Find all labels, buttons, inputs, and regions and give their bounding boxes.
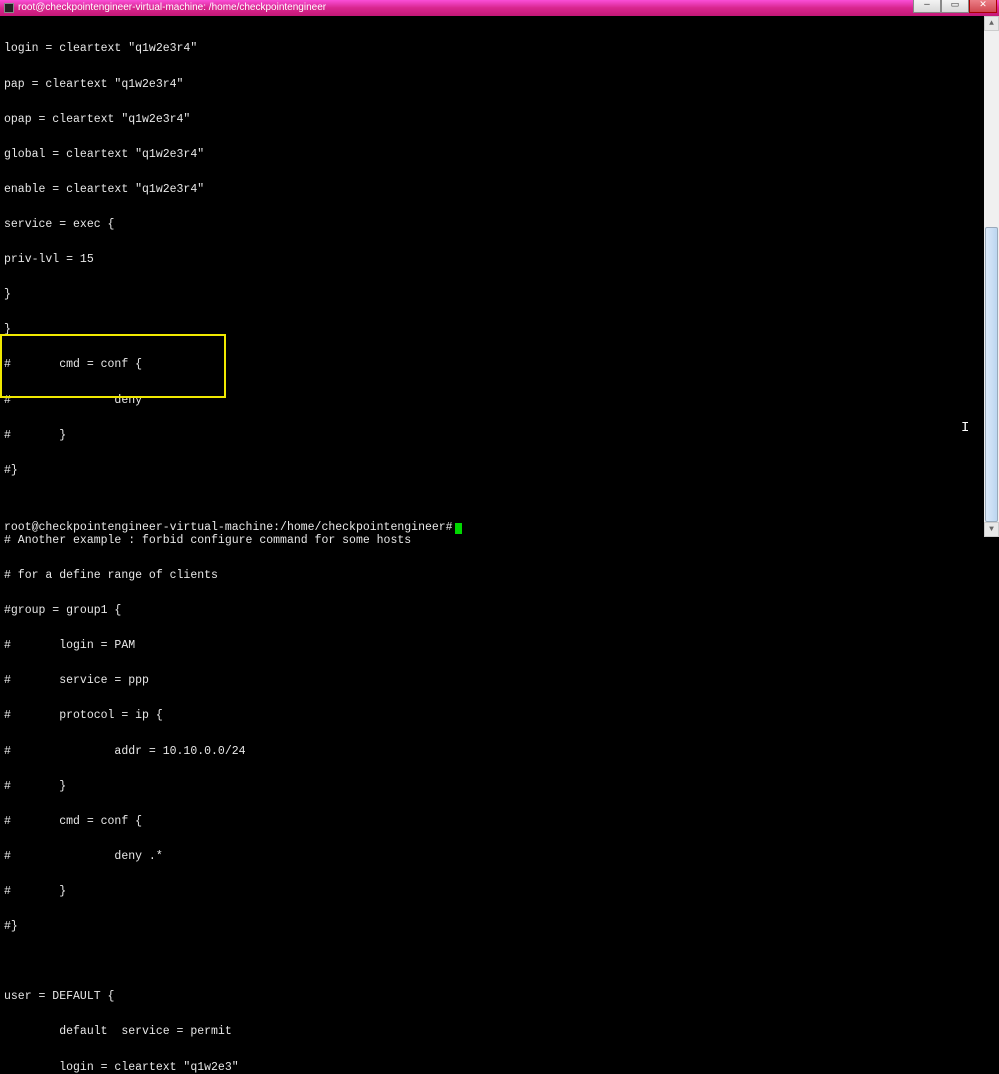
terminal-line: # deny (4, 395, 995, 407)
terminal-line: service = exec { (4, 219, 995, 231)
terminal-line: #} (4, 921, 995, 933)
terminal-line: # login = PAM (4, 640, 995, 652)
scrollbar-thumb[interactable] (985, 227, 998, 522)
vertical-scrollbar[interactable]: ▲ ▼ (984, 16, 999, 537)
terminal-line: # protocol = ip { (4, 710, 995, 722)
window-title: root@checkpointengineer-virtual-machine:… (18, 0, 995, 16)
scrollbar-track[interactable] (984, 31, 999, 522)
window-titlebar: root@checkpointengineer-virtual-machine:… (0, 0, 999, 16)
terminal-line: # service = ppp (4, 675, 995, 687)
terminal-line: global = cleartext "q1w2e3r4" (4, 149, 995, 161)
terminal-line: # } (4, 430, 995, 442)
terminal-line: #} (4, 465, 995, 477)
terminal-line: # cmd = conf { (4, 816, 995, 828)
terminal-line: priv-lvl = 15 (4, 254, 995, 266)
terminal-line (4, 500, 995, 512)
terminal-line: # deny .* (4, 851, 995, 863)
terminal-line: login = cleartext "q1w2e3" (4, 1062, 995, 1074)
terminal-line: # } (4, 781, 995, 793)
terminal-line (4, 956, 995, 968)
terminal-cursor (455, 523, 462, 534)
terminal-line: login = cleartext "q1w2e3r4" (4, 43, 995, 55)
terminal-line: #group = group1 { (4, 605, 995, 617)
terminal-line: } (4, 324, 995, 336)
terminal-line: opap = cleartext "q1w2e3r4" (4, 114, 995, 126)
terminal-line: # } (4, 886, 995, 898)
app-icon (4, 3, 14, 13)
terminal-line: enable = cleartext "q1w2e3r4" (4, 184, 995, 196)
close-button[interactable]: ✕ (969, 0, 997, 13)
scroll-up-button[interactable]: ▲ (984, 16, 999, 31)
terminal-prompt: root@checkpointengineer-virtual-machine:… (4, 521, 453, 534)
terminal-output[interactable]: login = cleartext "q1w2e3r4" pap = clear… (0, 16, 999, 1074)
terminal-line: } (4, 289, 995, 301)
terminal-line: # for a define range of clients (4, 570, 995, 582)
terminal-line: user = DEFAULT { (4, 991, 995, 1003)
maximize-button[interactable]: ▭ (941, 0, 969, 13)
terminal-prompt-line[interactable]: root@checkpointengineer-virtual-machine:… (4, 521, 462, 534)
terminal-line: # addr = 10.10.0.0/24 (4, 746, 995, 758)
terminal-line: # cmd = conf { (4, 359, 995, 371)
window-controls: ─ ▭ ✕ (913, 0, 997, 13)
terminal-line: pap = cleartext "q1w2e3r4" (4, 79, 995, 91)
minimize-button[interactable]: ─ (913, 0, 941, 13)
terminal-line: default service = permit (4, 1026, 995, 1038)
scroll-down-button[interactable]: ▼ (984, 522, 999, 537)
